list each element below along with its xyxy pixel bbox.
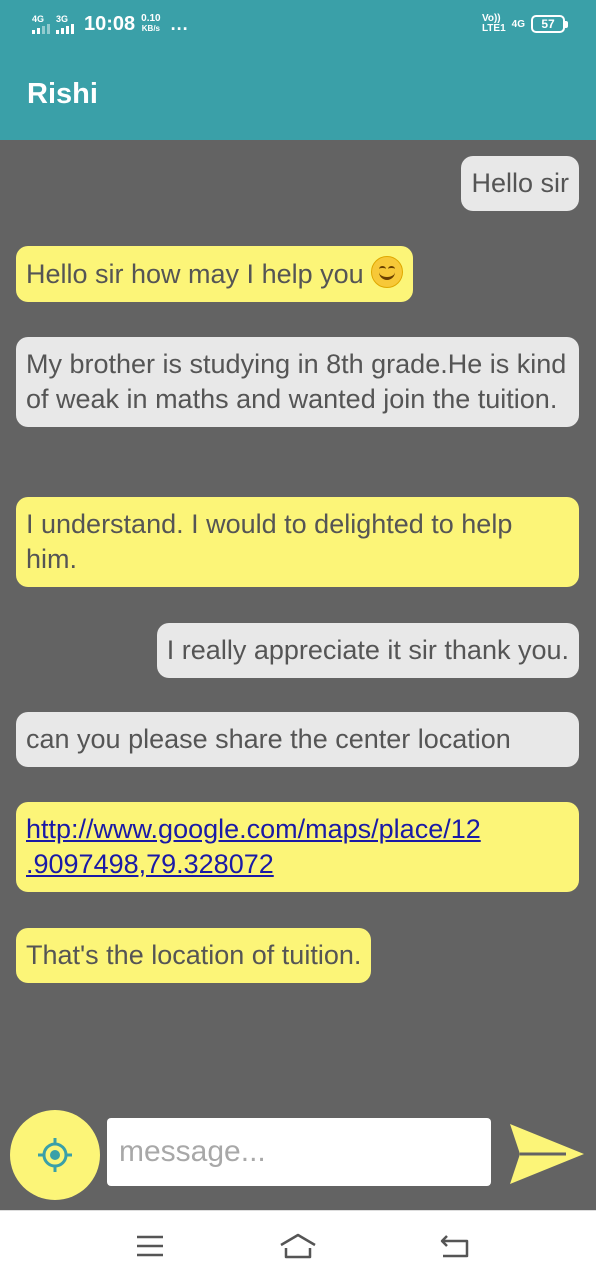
menu-icon	[137, 1235, 163, 1257]
back-icon	[440, 1235, 469, 1258]
app-bar: Rishi	[0, 48, 596, 140]
crosshair-location-icon	[38, 1138, 72, 1172]
contact-name: Rishi	[27, 77, 98, 110]
message-input[interactable]	[107, 1118, 491, 1186]
smiling-face-icon	[371, 256, 404, 288]
network-speed: 0.10 KB/s	[141, 13, 161, 34]
send-arrow-icon	[510, 1124, 584, 1184]
message-bubble-sent[interactable]: Hello sir	[461, 156, 579, 211]
home-button[interactable]	[278, 1231, 318, 1261]
chat-area[interactable]: Hello sir Hello sir how may I help you M…	[0, 140, 596, 1110]
home-icon	[280, 1233, 316, 1259]
back-button[interactable]	[434, 1231, 474, 1261]
message-bubble-received[interactable]: I understand. I would to delighted to he…	[16, 497, 579, 587]
compose-bar	[0, 1108, 596, 1212]
signal-3g: 3G	[56, 14, 74, 34]
message-bubble-received: http://www.google.com/maps/place/12 .909…	[16, 802, 579, 892]
more-notifications-icon: ...	[170, 13, 189, 34]
signal-bars-icon	[32, 23, 50, 34]
message-bubble-sent[interactable]: can you please share the center location	[16, 712, 579, 767]
system-nav-bar	[0, 1210, 596, 1280]
battery-icon: 57	[531, 15, 568, 33]
message-bubble-sent[interactable]: I really appreciate it sir thank you.	[156, 623, 579, 678]
message-bubble-received[interactable]: Hello sir how may I help you	[16, 246, 414, 302]
message-bubble-received[interactable]: That's the location of tuition.	[16, 928, 372, 983]
share-location-button[interactable]	[10, 1110, 100, 1200]
send-button[interactable]	[508, 1122, 586, 1186]
network-type: 4G	[511, 18, 525, 30]
message-bubble-sent[interactable]: My brother is studying in 8th grade.He i…	[16, 337, 579, 427]
status-right: Vo)) LTE1 4G 57	[482, 14, 568, 34]
clock: 10:08	[84, 12, 136, 35]
signal-bars-icon	[56, 23, 74, 34]
status-left: 4G 3G 10:08 0.10 KB/s ...	[32, 13, 189, 36]
volte-indicator: Vo)) LTE1	[481, 13, 506, 34]
battery-level: 57	[531, 15, 565, 33]
signal-4g: 4G	[32, 14, 50, 34]
status-bar: 4G 3G 10:08 0.10 KB/s ... Vo)) LTE1 4G 5…	[0, 0, 596, 48]
menu-button[interactable]	[130, 1231, 170, 1261]
location-link[interactable]: http://www.google.com/maps/place/12 .909…	[26, 812, 569, 882]
